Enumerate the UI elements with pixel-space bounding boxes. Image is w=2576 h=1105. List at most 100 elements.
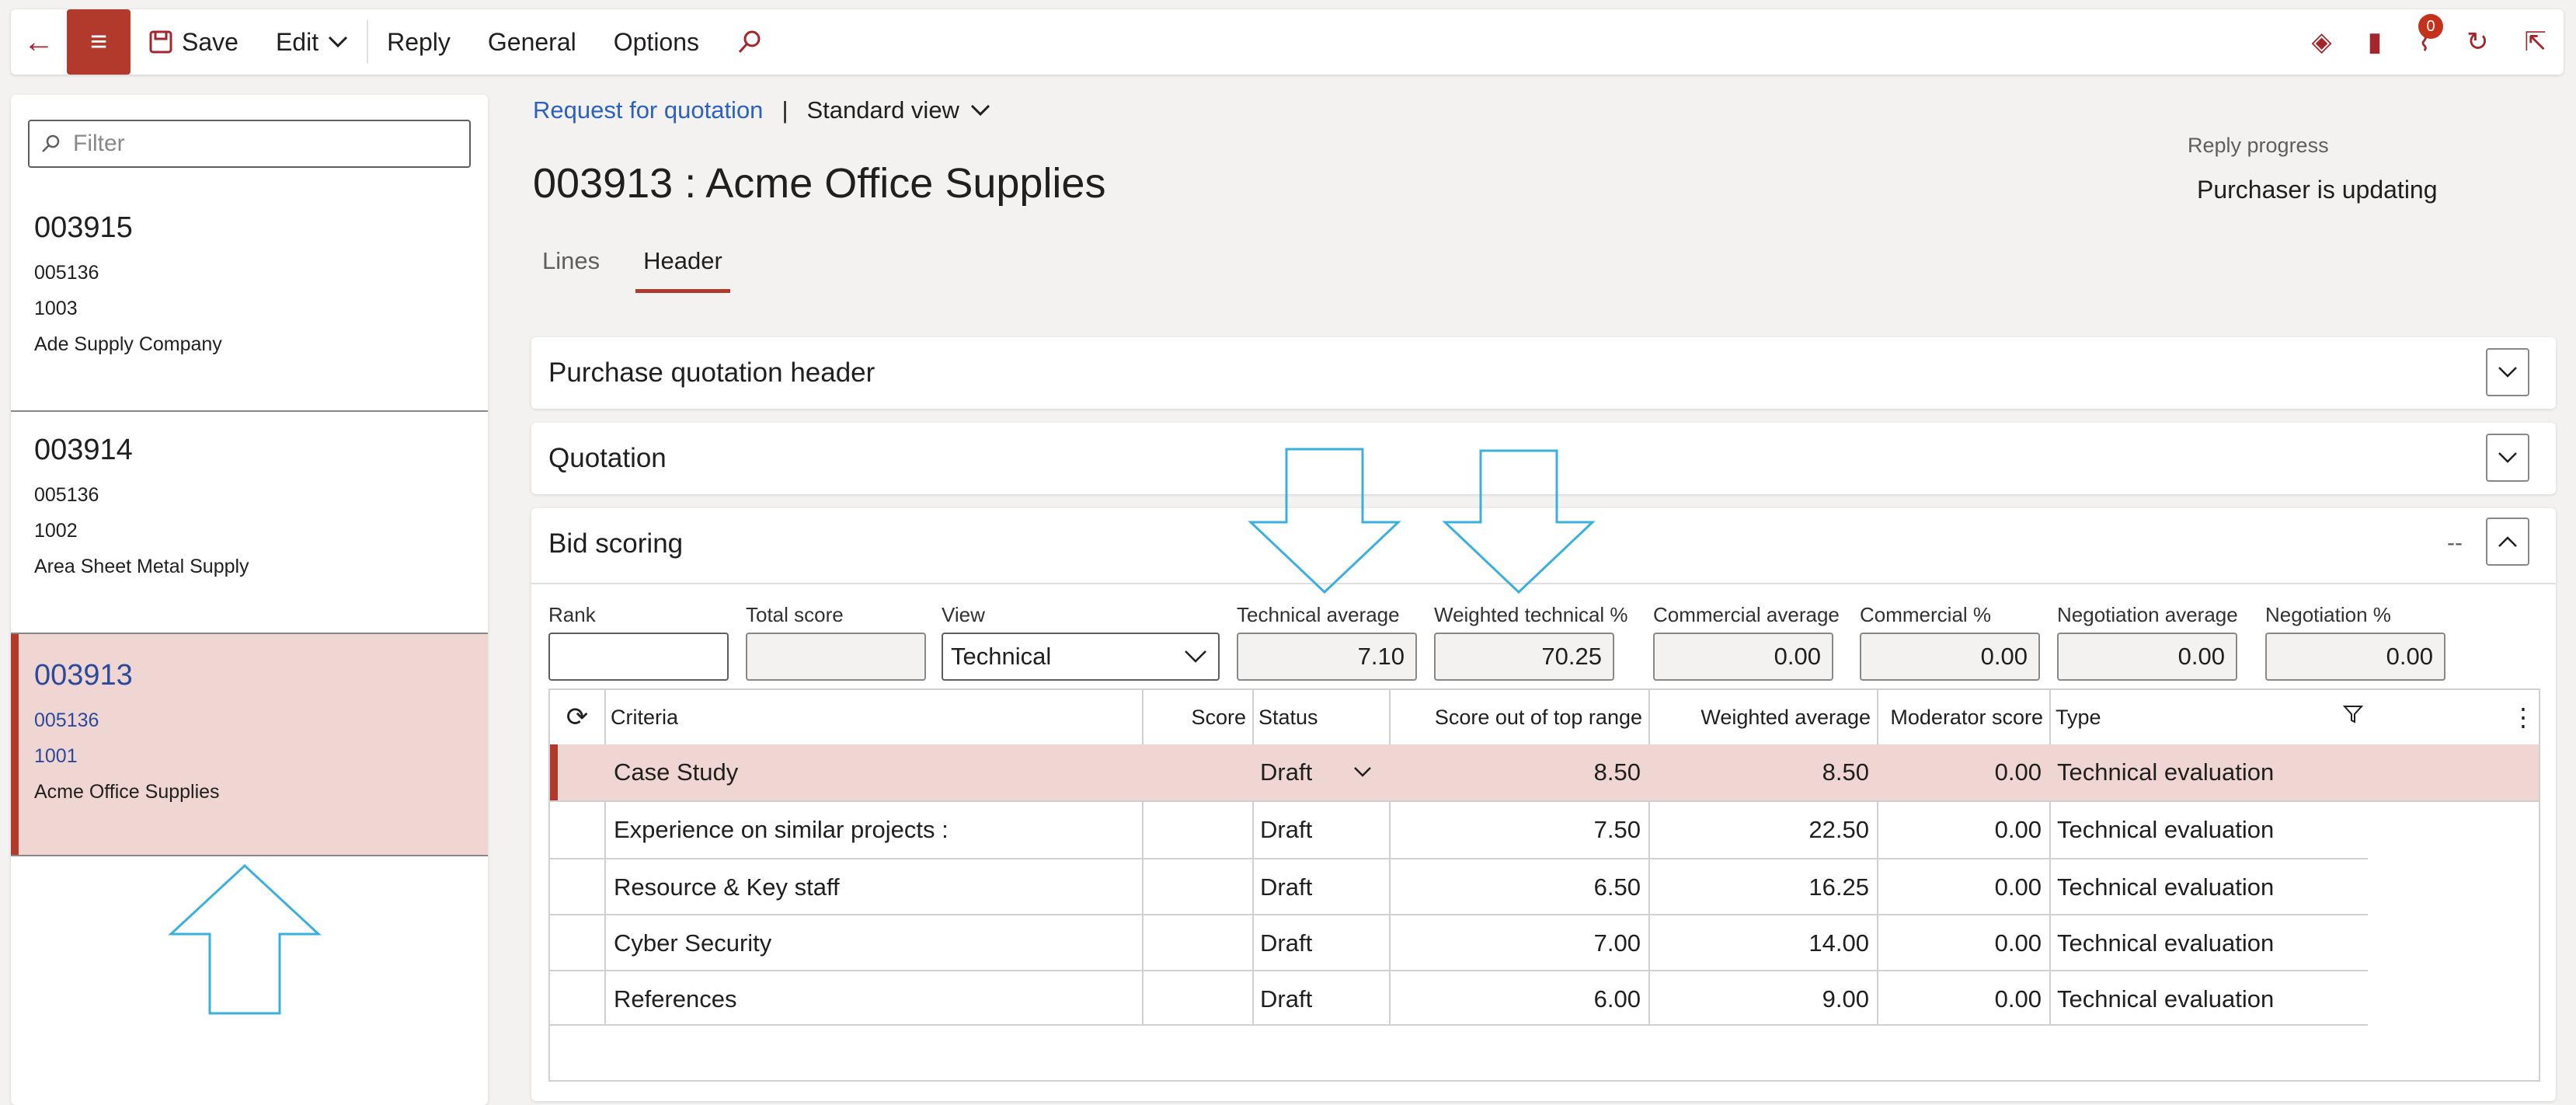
breadcrumb: Request for quotation | Standard view bbox=[533, 96, 990, 124]
cell-status-value: Draft bbox=[1260, 758, 1313, 786]
cell-score[interactable] bbox=[1142, 859, 1252, 915]
cell-score-top-range: 8.50 bbox=[1593, 758, 1641, 786]
search-icon bbox=[42, 134, 60, 152]
cell-weighted-average: 22.50 bbox=[1808, 816, 1869, 843]
cell-criteria[interactable]: Cyber Security bbox=[604, 915, 1142, 971]
cell-type: Technical evaluation bbox=[2057, 929, 2275, 957]
list-item-line2: 1003 bbox=[34, 298, 78, 319]
table-row[interactable]: References Draft 6.00 9.00 0.00 Technica… bbox=[550, 971, 2539, 1027]
cell-weighted-average: 14.00 bbox=[1808, 929, 1869, 957]
collapse-button[interactable] bbox=[2486, 518, 2529, 566]
cell-status[interactable]: Draft bbox=[1252, 744, 1389, 800]
cell-weighted-average: 9.00 bbox=[1822, 985, 1869, 1013]
cell-score-top-range: 6.50 bbox=[1593, 873, 1641, 901]
save-label: Save bbox=[182, 27, 238, 56]
general-menu[interactable]: General bbox=[469, 9, 595, 75]
expand-button[interactable] bbox=[2486, 348, 2529, 396]
attachments-button[interactable]: ⌇ 0 bbox=[2418, 14, 2443, 58]
view-select-value: Technical bbox=[951, 643, 1052, 670]
list-item-selected[interactable]: 003913 005136 1001 Acme Office Supplies bbox=[11, 634, 488, 855]
cell-score-top-range: 7.50 bbox=[1593, 816, 1641, 843]
search-button[interactable] bbox=[718, 9, 782, 75]
purchase-quotation-header-section[interactable]: Purchase quotation header bbox=[531, 337, 2556, 409]
refresh-icon[interactable]: ↻ bbox=[2466, 26, 2489, 58]
tab-header[interactable]: Header bbox=[635, 247, 730, 293]
col-status[interactable]: Status bbox=[1252, 690, 1389, 744]
table-row[interactable]: Experience on similar projects : Draft 7… bbox=[550, 802, 2539, 858]
cell-score[interactable] bbox=[1142, 971, 1252, 1027]
cell-status[interactable]: Draft bbox=[1252, 859, 1389, 915]
breadcrumb-separator: | bbox=[782, 96, 788, 124]
options-menu[interactable]: Options bbox=[595, 9, 718, 75]
list-item-vendor: Area Sheet Metal Supply bbox=[34, 556, 249, 577]
table-row[interactable]: Cyber Security Draft 7.00 14.00 0.00 Tec… bbox=[550, 915, 2539, 971]
chevron-down-icon bbox=[970, 104, 990, 117]
cell-criteria[interactable]: Resource & Key staff bbox=[604, 859, 1142, 915]
cell-weighted-average: 16.25 bbox=[1808, 873, 1869, 901]
expand-button[interactable] bbox=[2486, 434, 2529, 482]
table-row[interactable]: Resource & Key staff Draft 6.50 16.25 0.… bbox=[550, 859, 2539, 915]
open-new-window-icon[interactable]: ⇱ bbox=[2525, 26, 2547, 58]
navigation-menu-button[interactable]: ≡ bbox=[67, 9, 131, 75]
cell-criteria[interactable]: Case Study bbox=[604, 744, 1142, 800]
cell-type: Technical evaluation bbox=[2057, 816, 2275, 843]
cell-criteria[interactable]: References bbox=[604, 971, 1142, 1027]
breadcrumb-link[interactable]: Request for quotation bbox=[533, 96, 763, 124]
cell-criteria[interactable]: Experience on similar projects : bbox=[604, 802, 1142, 858]
total-score-value bbox=[746, 633, 926, 681]
weighted-technical-field: Weighted technical % 70.25 bbox=[1434, 603, 1628, 681]
col-type[interactable]: Type bbox=[2049, 690, 2282, 744]
chevron-up-icon bbox=[2498, 536, 2517, 547]
reply-menu[interactable]: Reply bbox=[368, 9, 469, 75]
grid-header: ⟳ Criteria Score Status Score out of top… bbox=[550, 690, 2539, 746]
tab-lines[interactable]: Lines bbox=[542, 247, 600, 293]
grid-refresh-button[interactable]: ⟳ bbox=[550, 690, 604, 744]
list-item-line1: 005136 bbox=[34, 709, 99, 731]
commercial-average-value: 0.00 bbox=[1653, 633, 1833, 681]
table-row[interactable]: Case Study Draft 8.50 8.50 0.00 Technica… bbox=[550, 744, 2539, 800]
negotiation-pct-value: 0.00 bbox=[2265, 633, 2445, 681]
office-icon[interactable]: ▮ bbox=[2368, 26, 2383, 58]
back-button[interactable]: ← bbox=[11, 9, 67, 75]
edit-button[interactable]: Edit bbox=[257, 9, 367, 75]
list-item[interactable]: 003915 005136 1003 Ade Supply Company bbox=[11, 186, 488, 407]
total-score-field: Total score bbox=[746, 603, 926, 681]
col-criteria[interactable]: Criteria bbox=[604, 690, 1142, 744]
col-moderator-score[interactable]: Moderator score bbox=[1877, 690, 2049, 744]
cell-score[interactable] bbox=[1142, 915, 1252, 971]
section-title: Bid scoring bbox=[548, 528, 684, 559]
filter-input[interactable] bbox=[71, 130, 447, 158]
cell-moderator-score: 0.00 bbox=[1994, 816, 2042, 843]
col-weighted-average[interactable]: Weighted average bbox=[1648, 690, 1877, 744]
rank-input[interactable] bbox=[548, 633, 729, 681]
filter-box[interactable] bbox=[28, 120, 471, 168]
cell-type: Technical evaluation bbox=[2057, 873, 2275, 901]
cell-status[interactable]: Draft bbox=[1252, 802, 1389, 858]
commercial-pct-field: Commercial % 0.00 bbox=[1860, 603, 2040, 681]
chevron-down-icon bbox=[1185, 650, 1206, 663]
list-item-vendor: Ade Supply Company bbox=[34, 333, 222, 355]
diamond-icon[interactable]: ◈ bbox=[2312, 26, 2332, 58]
more-options-icon[interactable]: ⋮ bbox=[2505, 690, 2536, 744]
view-selector[interactable]: Standard view bbox=[807, 96, 990, 124]
view-select[interactable]: Technical bbox=[942, 633, 1220, 681]
commercial-pct-label: Commercial % bbox=[1860, 603, 1992, 626]
negotiation-pct-label: Negotiation % bbox=[2265, 603, 2391, 626]
refresh-icon: ⟳ bbox=[566, 702, 589, 732]
options-label: Options bbox=[613, 27, 700, 56]
col-score[interactable]: Score bbox=[1142, 690, 1252, 744]
col-score-top-range[interactable]: Score out of top range bbox=[1389, 690, 1648, 744]
save-button[interactable]: Save bbox=[131, 9, 257, 75]
column-filter-button[interactable] bbox=[2337, 690, 2383, 744]
cell-weighted-average: 8.50 bbox=[1822, 758, 1869, 786]
list-item-id: 003915 bbox=[34, 211, 133, 244]
cell-score[interactable] bbox=[1142, 744, 1252, 800]
cell-score-top-range: 7.00 bbox=[1593, 929, 1641, 957]
section-summary: -- bbox=[2447, 530, 2463, 556]
cell-status[interactable]: Draft bbox=[1252, 971, 1389, 1027]
row-selection-marker bbox=[550, 744, 558, 800]
cell-status[interactable]: Draft bbox=[1252, 915, 1389, 971]
list-item[interactable]: 003914 005136 1002 Area Sheet Metal Supp… bbox=[11, 409, 488, 629]
cell-score[interactable] bbox=[1142, 802, 1252, 858]
list-item-line2: 1001 bbox=[34, 745, 78, 767]
